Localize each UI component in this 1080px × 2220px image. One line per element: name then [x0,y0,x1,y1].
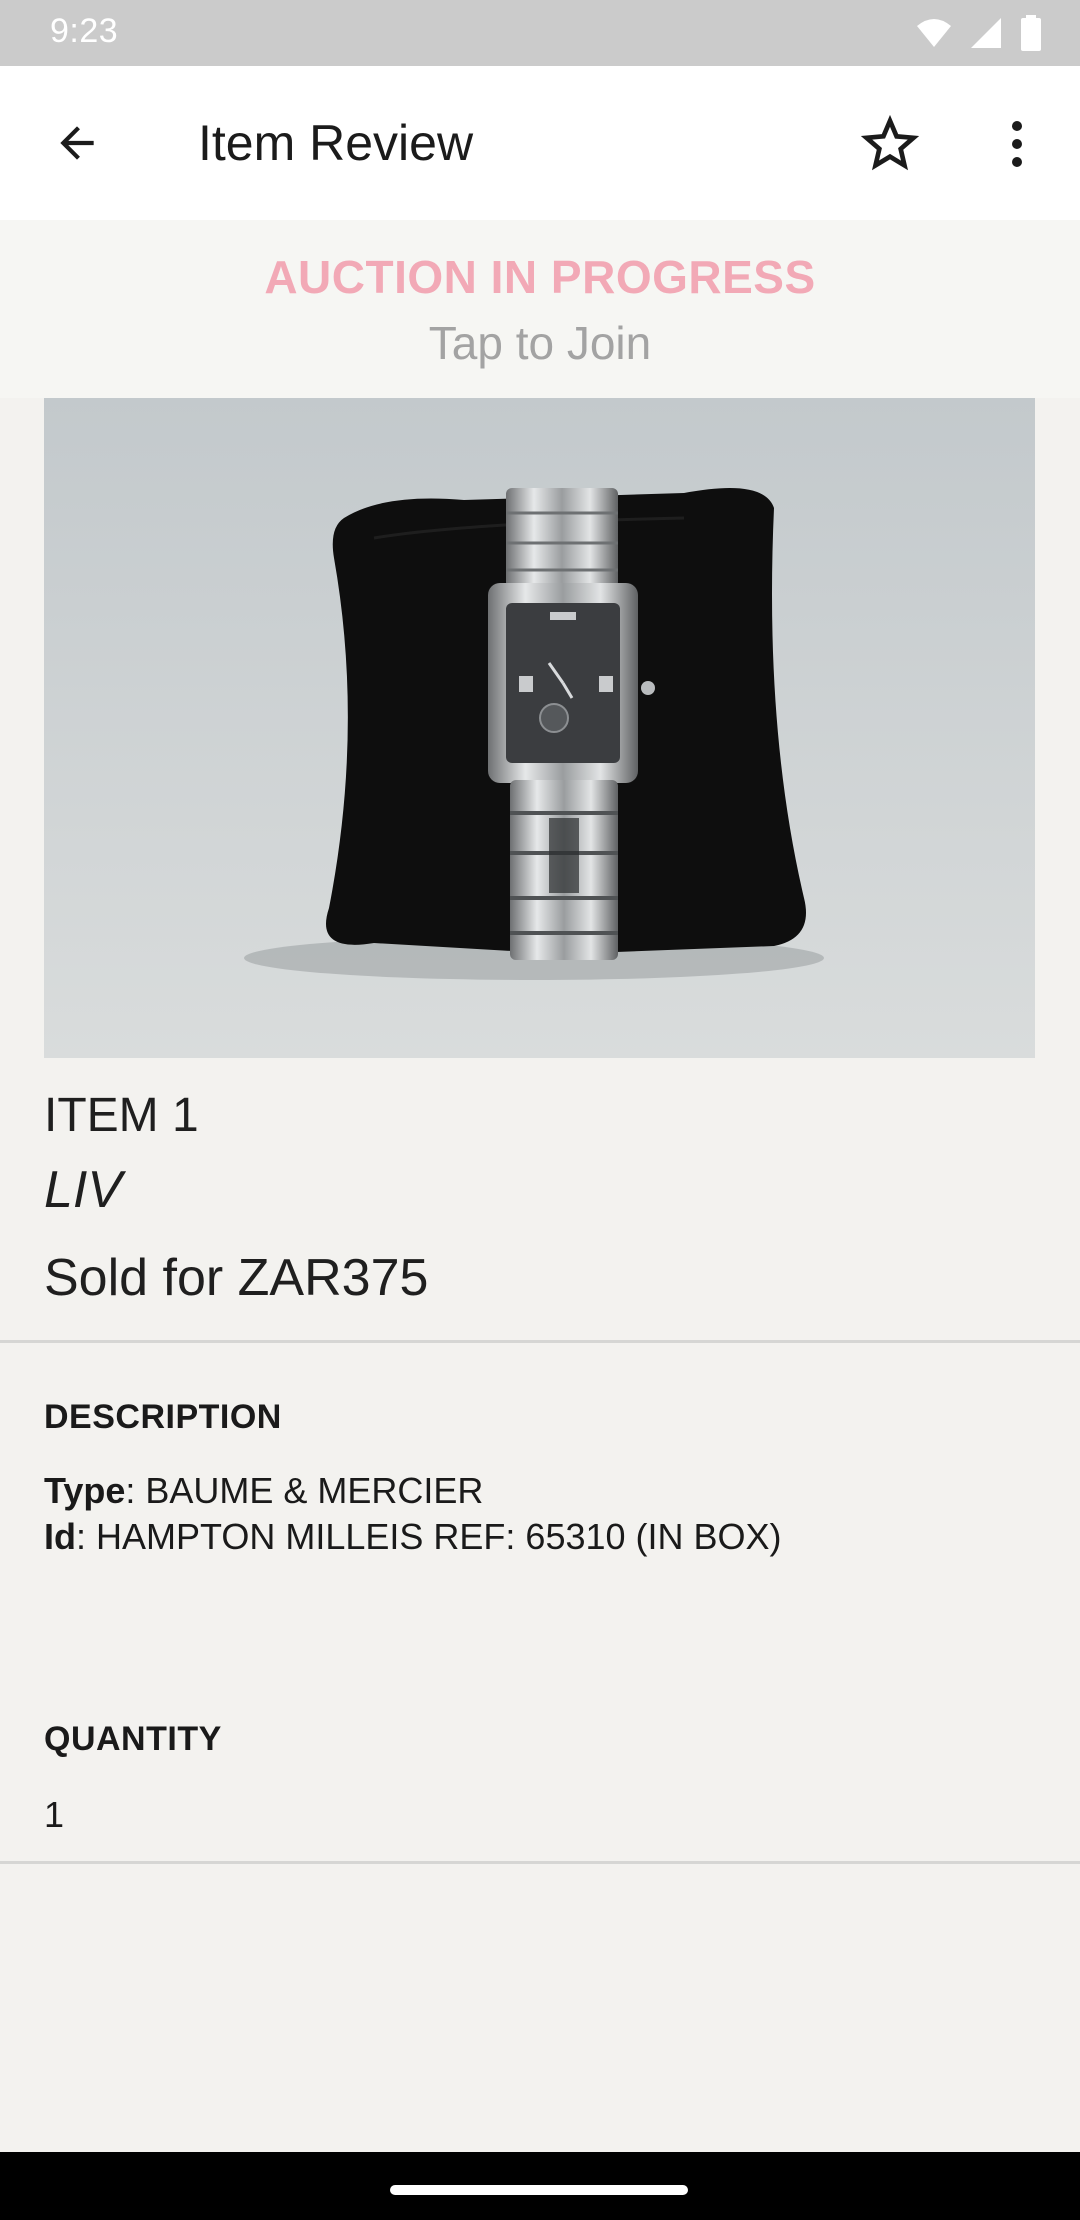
item-review-screen: 9:23 Item Review AUCTION IN PROGRESS Tap… [0,0,1080,2220]
divider [0,1340,1080,1343]
type-value: : BAUME & MERCIER [125,1470,484,1511]
quantity-value: 1 [44,1794,65,1835]
divider [0,1861,1080,1864]
back-button[interactable] [36,112,118,174]
auction-banner[interactable]: AUCTION IN PROGRESS Tap to Join [0,220,1080,398]
sold-price: Sold for ZAR375 [44,1249,429,1307]
more-vert-icon [1012,121,1022,167]
item-number: ITEM 1 [44,1089,199,1142]
signal-icon [971,18,1001,48]
type-label: Type [44,1470,126,1511]
auction-status-label: AUCTION IN PROGRESS [264,251,816,303]
description-heading: DESCRIPTION [44,1398,282,1436]
home-indicator[interactable] [390,2185,688,2195]
arrow-back-icon [60,126,94,160]
more-options-button[interactable] [990,106,1044,182]
status-icons [916,14,1042,52]
status-time: 9:23 [50,12,119,50]
page-title: Item Review [198,115,474,171]
description-type: Type: BAUME & MERCIER [44,1470,483,1512]
product-image [44,398,1035,1058]
favorite-button[interactable] [852,106,928,182]
battery-icon [1021,15,1041,51]
app-bar: Item Review [0,66,1080,220]
description-id: Id: HAMPTON MILLEIS REF: 65310 (IN BOX) [44,1516,782,1558]
item-name: LIV [44,1161,123,1219]
wifi-icon [917,19,951,47]
tap-to-join-label: Tap to Join [428,317,652,369]
star-outline-icon [860,114,920,171]
status-bar: 9:23 [0,0,1080,66]
quantity-heading: QUANTITY [44,1720,222,1758]
id-label: Id [44,1516,76,1557]
id-value: : HAMPTON MILLEIS REF: 65310 (IN BOX) [76,1516,782,1557]
